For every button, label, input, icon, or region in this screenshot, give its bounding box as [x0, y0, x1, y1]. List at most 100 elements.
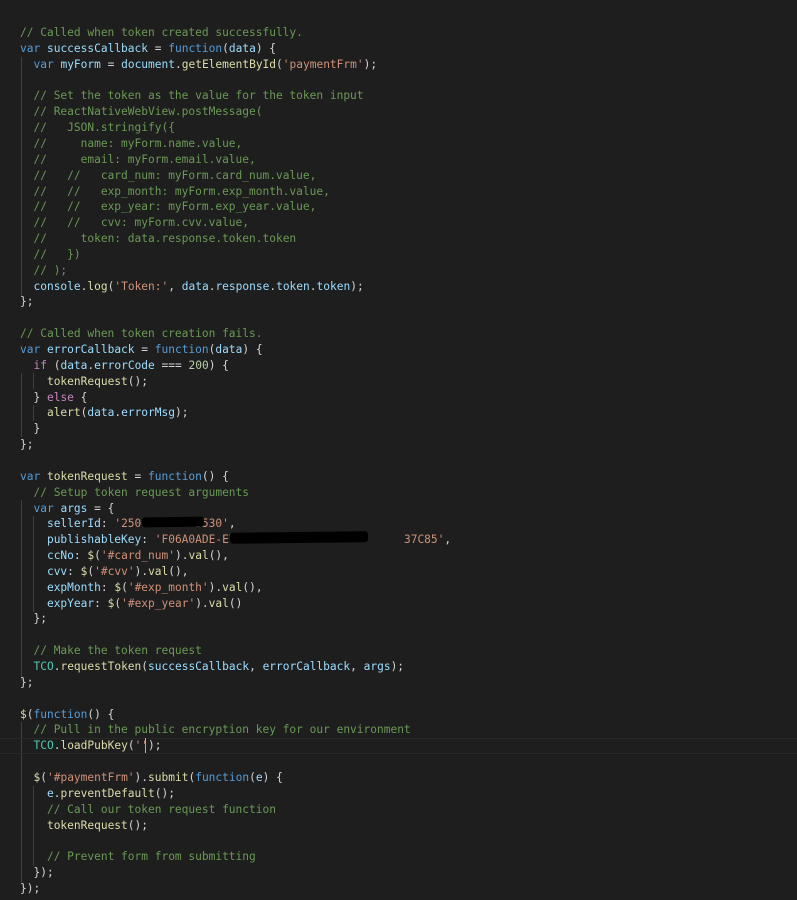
code-token-plain: = {	[87, 501, 115, 515]
code-line[interactable]: // // exp_year: myForm.exp_year.value,	[20, 199, 316, 215]
code-token-keyword: var	[20, 469, 41, 483]
code-line[interactable]: // })	[20, 247, 81, 263]
code-line[interactable]: // Pull in the public encryption key for…	[20, 722, 410, 738]
code-token-keyword: var	[20, 343, 41, 356]
code-token-variable: publishableKey	[46, 533, 142, 547]
code-token-plain: (	[94, 549, 101, 562]
code-token-function: log	[87, 279, 108, 293]
code-token-string: '#exp_month'	[127, 580, 209, 594]
code-token-plain: };	[20, 612, 47, 626]
code-token-function: getElementById	[181, 57, 277, 71]
code-token-string: 'Token:'	[114, 279, 169, 293]
code-line[interactable]: var errorCallback = function(data) {	[20, 342, 263, 358]
code-line[interactable]: // JSON.stringify({	[20, 120, 175, 136]
code-line[interactable]: console.log('Token:', data.response.toke…	[20, 279, 363, 295]
code-line[interactable]: ccNo: $('#card_num').val(),	[20, 548, 229, 564]
code-line[interactable]: var args = {	[20, 501, 114, 517]
code-line[interactable]: };	[20, 675, 33, 691]
code-token-variable: console	[33, 279, 81, 293]
code-token-function: val	[148, 564, 169, 578]
code-line[interactable]: // token: data.response.token.token	[20, 231, 296, 247]
code-token-plain: });	[20, 881, 41, 895]
code-token-function: preventDefault	[60, 786, 155, 800]
code-line[interactable]: $(function() {	[20, 707, 114, 723]
code-line[interactable]: e.preventDefault();	[20, 786, 175, 802]
code-token-string: 37C85'	[403, 533, 445, 547]
code-token-plain: ) {	[262, 770, 283, 784]
code-token-variable: args	[363, 660, 391, 673]
redaction-mark	[229, 531, 369, 544]
code-line[interactable]: };	[20, 294, 33, 310]
code-token-plain: ).	[134, 770, 149, 784]
code-line[interactable]: }	[20, 421, 40, 437]
code-line[interactable]: // Called when token created successfull…	[20, 25, 303, 41]
code-token-comment: // JSON.stringify({	[33, 121, 175, 135]
code-line[interactable]: // Set the token as the value for the to…	[20, 88, 363, 104]
code-token-plain: };	[20, 438, 34, 452]
code-line[interactable]: });	[20, 865, 53, 881]
code-line[interactable]: // Call our token request function	[20, 802, 276, 818]
code-line[interactable]: // Prevent form from submitting	[20, 849, 256, 865]
code-token-plain: ,	[168, 279, 182, 293]
code-token-plain: (	[127, 739, 135, 753]
code-line[interactable]: expMonth: $('#exp_month').val(),	[20, 580, 263, 596]
code-token-variable: errorCallback	[262, 660, 351, 673]
code-line[interactable]: // name: myForm.name.value,	[20, 136, 242, 152]
code-token-variable: response	[215, 279, 270, 293]
code-token-string: 'paymentFrm'	[282, 57, 364, 71]
code-token-keyword: var	[20, 41, 41, 55]
code-line[interactable]: // );	[20, 263, 67, 279]
code-token-number: 200	[188, 358, 209, 372]
code-token-plain: ()	[228, 596, 243, 610]
code-token-comment: // Called when token creation fails.	[20, 327, 263, 341]
code-line[interactable]: // Make the token request	[20, 643, 201, 659]
code-line[interactable]: TCO.requestToken(successCallback, errorC…	[20, 659, 404, 675]
code-line[interactable]: // // cvv: myForm.cvv.value,	[20, 215, 249, 231]
code-token-string: '#exp_year'	[121, 596, 196, 610]
code-token-variable: myForm	[60, 57, 101, 71]
code-line[interactable]: };	[20, 611, 47, 627]
code-token-function: $	[20, 707, 27, 721]
code-token-comment: // })	[33, 247, 81, 261]
code-token-keyword: function	[33, 707, 88, 721]
code-line[interactable]: // // card_num: myForm.card_num.value,	[20, 168, 316, 184]
code-line[interactable]: tokenRequest();	[20, 374, 148, 390]
code-token-string: '#card_num'	[100, 549, 175, 562]
code-line[interactable]: alert(data.errorMsg);	[20, 405, 189, 421]
code-line[interactable]: // // exp_month: myForm.exp_month.value,	[20, 184, 329, 200]
code-line[interactable]: // Called when token creation fails.	[20, 326, 262, 342]
code-line[interactable]: // Setup token request arguments	[20, 485, 249, 501]
code-line[interactable]: // email: myForm.email.value,	[20, 152, 255, 168]
code-line[interactable]: };	[20, 437, 33, 453]
code-line[interactable]: var successCallback = function(data) {	[20, 41, 276, 57]
code-line[interactable]: });	[20, 881, 40, 897]
code-token-plain: ).	[174, 549, 189, 562]
code-line[interactable]: TCO.loadPubKey('');	[0, 738, 795, 755]
code-token-class: TCO	[33, 660, 54, 673]
code-token-class: TCO	[33, 739, 54, 753]
code-editor[interactable]: // Called when token created successfull…	[0, 0, 797, 900]
code-line[interactable]: $('#paymentFrm').submit(function(e) {	[20, 770, 283, 786]
code-token-plain: ,	[249, 660, 263, 673]
code-line[interactable]: // ReactNativeWebView.postMessage(	[20, 104, 262, 120]
code-token-comment: // );	[33, 263, 68, 277]
code-token-control: else	[46, 390, 74, 404]
code-token-comment: // Call our token request function	[46, 802, 276, 816]
code-line[interactable]: tokenRequest();	[20, 818, 148, 834]
code-line[interactable]: if (data.errorCode === 200) {	[20, 358, 228, 374]
code-line[interactable]: } else {	[20, 390, 87, 406]
code-line[interactable]: cvv: $('#cvv').val(),	[20, 564, 189, 580]
code-line[interactable]: var myForm = document.getElementById('pa…	[20, 57, 377, 73]
code-line[interactable]: var tokenRequest = function() {	[20, 469, 229, 485]
code-line[interactable]: expYear: $('#exp_year').val()	[20, 596, 242, 612]
